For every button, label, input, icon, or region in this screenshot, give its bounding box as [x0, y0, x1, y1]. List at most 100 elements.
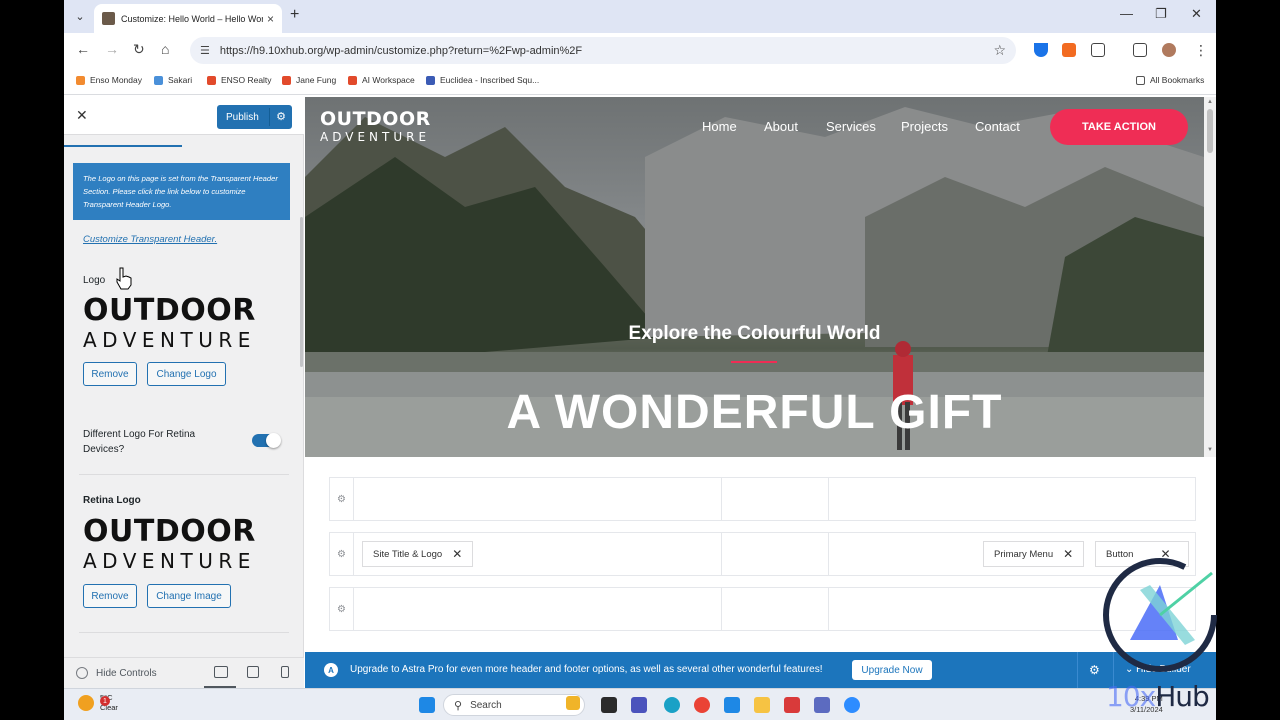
home-icon[interactable]: ⌂ [161, 41, 169, 57]
sidebar-scrollbar[interactable] [300, 217, 303, 367]
remove-chip-icon[interactable]: ✕ [1063, 547, 1073, 561]
maximize-icon[interactable]: ❐ [1155, 6, 1167, 22]
sidebar-header: ✕ Publish ⚙ [64, 97, 304, 135]
toggle-knob [266, 433, 281, 448]
builder-row-bottom[interactable]: ⚙ [329, 587, 1196, 631]
column-divider [721, 588, 722, 630]
file-explorer-icon[interactable] [754, 697, 770, 713]
retina-logo-toggle[interactable] [252, 433, 281, 448]
bookmark-star-icon[interactable]: ☆ [993, 42, 1006, 59]
row-settings-gear-icon[interactable]: ⚙ [330, 533, 354, 575]
new-tab-icon[interactable]: + [290, 6, 299, 24]
nav-about[interactable]: About [764, 119, 798, 134]
tab-close-icon[interactable]: × [267, 12, 274, 26]
extensions-puzzle-icon[interactable] [1091, 43, 1105, 57]
teams-icon[interactable] [631, 697, 647, 713]
nav-projects[interactable]: Projects [901, 119, 948, 134]
bookmark-sakari[interactable]: Sakari [154, 75, 192, 85]
taskbar-search[interactable]: ⚲ Search [443, 694, 585, 716]
publish-button[interactable]: Publish ⚙ [217, 105, 292, 129]
side-panel-icon[interactable] [1133, 43, 1147, 57]
window-close-icon[interactable]: ✕ [1191, 6, 1202, 22]
weather-widget[interactable]: 1 5°CClear [78, 693, 118, 713]
chip-label: Primary Menu [994, 548, 1054, 560]
primary-menu-chip[interactable]: Primary Menu ✕ [983, 541, 1085, 567]
publish-settings-gear-icon[interactable]: ⚙ [276, 110, 286, 123]
close-customizer-icon[interactable]: ✕ [76, 107, 88, 124]
remove-chip-icon[interactable]: ✕ [452, 547, 462, 561]
bookmark-label: ENSO Realty [221, 75, 272, 85]
take-action-button[interactable]: TAKE ACTION [1050, 109, 1188, 145]
windows-taskbar: 1 5°CClear ⚲ Search 4:39 PM3/11/2024 [64, 688, 1216, 720]
tablet-preview-icon[interactable] [247, 666, 259, 678]
change-logo-button[interactable]: Change Logo [147, 362, 226, 386]
all-bookmarks[interactable]: All Bookmarks [1136, 75, 1204, 85]
upgrade-message: Upgrade to Astra Pro for even more heade… [350, 664, 823, 675]
upgrade-now-button[interactable]: Upgrade Now [852, 660, 932, 680]
bookmark-favicon-icon [76, 75, 85, 85]
task-view-icon[interactable] [601, 697, 617, 713]
weather-sun-icon [78, 695, 94, 711]
mobile-preview-icon[interactable] [281, 666, 289, 678]
row-settings-gear-icon[interactable]: ⚙ [330, 588, 354, 630]
section-progress-bar [64, 145, 182, 147]
column-divider [828, 478, 829, 520]
start-windows-icon[interactable] [419, 697, 435, 713]
notepad-icon[interactable] [814, 697, 830, 713]
minimize-icon[interactable]: — [1120, 6, 1133, 21]
builder-row-top[interactable]: ⚙ [329, 477, 1196, 521]
logo-preview-image: OUTDOOR ADVENTURE [83, 295, 283, 353]
browser-toolbar: ← → ↻ ⌂ ☰ https://h9.10xhub.org/wp-admin… [64, 33, 1216, 67]
builder-settings-gear-icon[interactable]: ⚙ [1089, 663, 1100, 677]
nav-contact[interactable]: Contact [975, 119, 1020, 134]
preview-scrollbar[interactable]: ▲ ▼ [1204, 97, 1216, 457]
customize-transparent-header-link[interactable]: Customize Transparent Header. [83, 234, 217, 245]
zoom-icon[interactable] [844, 697, 860, 713]
tab-search-icon[interactable]: ⌄ [70, 6, 90, 26]
remove-logo-button[interactable]: Remove [83, 362, 137, 386]
publish-separator [269, 108, 270, 126]
address-bar[interactable]: ☰ https://h9.10xhub.org/wp-admin/customi… [190, 37, 1016, 64]
site-preview: OUTDOOR ADVENTURE Home About Services Pr… [305, 97, 1216, 688]
back-icon[interactable]: ← [76, 41, 90, 57]
row-settings-gear-icon[interactable]: ⚙ [330, 478, 354, 520]
change-image-button[interactable]: Change Image [147, 584, 231, 608]
desktop-preview-icon[interactable] [214, 666, 228, 678]
snipping-tool-icon[interactable] [784, 697, 800, 713]
bookmark-favicon-icon [426, 75, 435, 85]
builder-row-primary[interactable]: ⚙ Site Title & Logo ✕ Primary Menu ✕ But… [329, 532, 1196, 576]
bookmark-jane-fung[interactable]: Jane Fung [282, 75, 336, 85]
nav-home[interactable]: Home [702, 119, 737, 134]
bookmark-euclidea[interactable]: Euclidea - Inscribed Squ... [426, 75, 539, 85]
site-logo[interactable]: OUTDOOR ADVENTURE [320, 109, 431, 145]
logo-preview-line1: OUTDOOR [83, 293, 256, 328]
taskbar-search-label: Search [470, 699, 502, 711]
search-icon: ⚲ [454, 699, 463, 712]
vscode-icon[interactable] [724, 697, 740, 713]
hide-controls-button[interactable]: Hide Controls [76, 667, 157, 679]
separator [1077, 652, 1078, 688]
nav-services[interactable]: Services [826, 119, 876, 134]
column-divider [828, 588, 829, 630]
bookmark-enso-realty[interactable]: ENSO Realty [207, 75, 272, 85]
chrome-icon[interactable] [694, 697, 710, 713]
site-title-logo-chip[interactable]: Site Title & Logo ✕ [362, 541, 474, 567]
bookmark-label: Euclidea - Inscribed Squ... [440, 75, 540, 85]
hero-accent-line [731, 361, 777, 363]
forward-icon[interactable]: → [105, 41, 119, 57]
browser-tab-active[interactable]: Customize: Hello World – Hello World × [94, 4, 282, 33]
chrome-menu-icon[interactable]: ⋮ [1194, 42, 1208, 59]
bookmark-enso-monday[interactable]: Enso Monday [76, 75, 142, 85]
all-bookmarks-label: All Bookmarks [1150, 75, 1205, 85]
edge-icon[interactable] [664, 697, 680, 713]
scroll-down-icon[interactable]: ▼ [1207, 447, 1213, 453]
profile-avatar[interactable] [1162, 43, 1176, 57]
site-info-icon[interactable]: ☰ [200, 44, 210, 57]
bookmark-ai-workspace[interactable]: AI Workspace [348, 75, 415, 85]
scroll-thumb[interactable] [1207, 109, 1213, 153]
reload-icon[interactable]: ↻ [133, 41, 145, 58]
extension-v-icon[interactable] [1034, 43, 1048, 57]
scroll-up-icon[interactable]: ▲ [1207, 99, 1213, 105]
extension-orange-icon[interactable] [1062, 43, 1076, 57]
remove-retina-logo-button[interactable]: Remove [83, 584, 137, 608]
